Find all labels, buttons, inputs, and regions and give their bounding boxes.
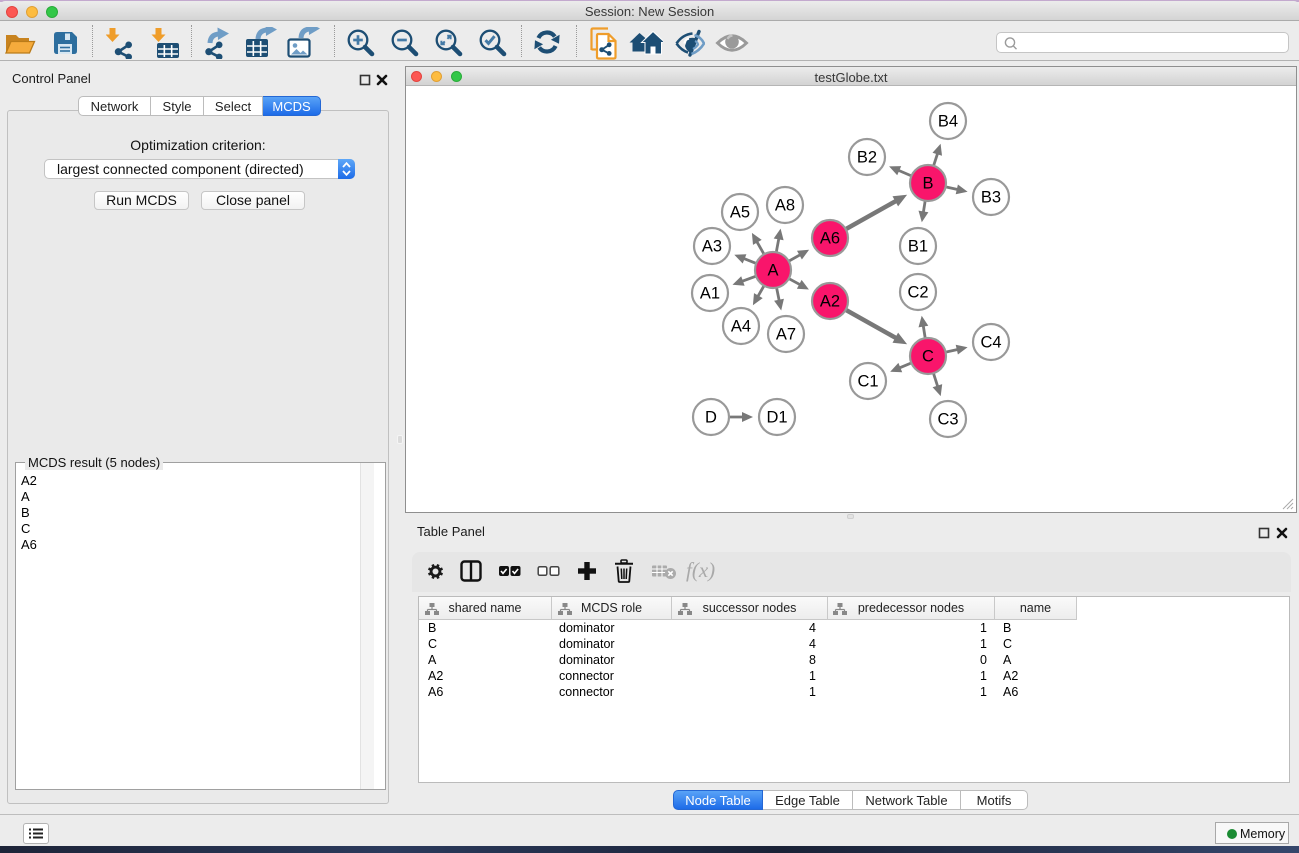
svg-text:A: A [767,262,778,280]
svg-text:A6: A6 [820,230,840,248]
svg-text:B1: B1 [908,238,928,256]
svg-text:A5: A5 [730,204,750,222]
svg-text:D: D [705,409,717,427]
svg-text:B2: B2 [857,149,877,167]
svg-text:A2: A2 [820,293,840,311]
svg-text:A3: A3 [702,238,722,256]
svg-text:D1: D1 [766,409,787,427]
svg-text:B4: B4 [938,113,958,131]
svg-text:A1: A1 [700,285,720,303]
svg-text:C2: C2 [907,284,928,302]
svg-text:C4: C4 [980,334,1001,352]
svg-text:C1: C1 [857,373,878,391]
svg-text:B3: B3 [981,189,1001,207]
svg-text:A7: A7 [776,326,796,344]
svg-text:C3: C3 [937,411,958,429]
svg-text:A8: A8 [775,197,795,215]
svg-text:C: C [922,348,934,366]
svg-text:A4: A4 [731,318,751,336]
svg-text:B: B [922,175,933,193]
